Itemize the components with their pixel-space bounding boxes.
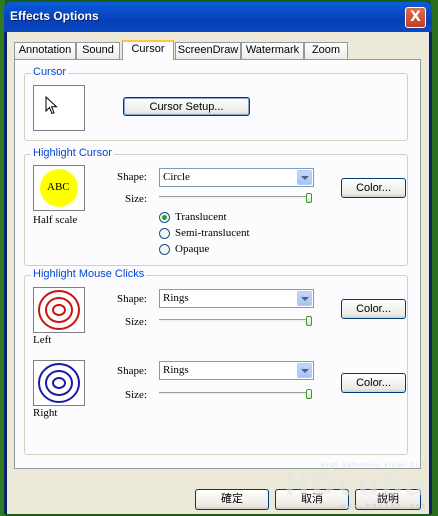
left-shape-label: Shape:: [117, 293, 147, 305]
tab-sound[interactable]: Sound: [76, 42, 120, 59]
window-title: Effects Options: [10, 9, 99, 23]
cursor-setup-button[interactable]: Cursor Setup...: [123, 97, 250, 116]
left-click-preview: [33, 287, 85, 333]
chevron-down-icon[interactable]: [297, 291, 312, 306]
arrow-cursor-icon: [45, 96, 58, 115]
desktop-background-right: [431, 0, 438, 516]
right-caption: Right: [33, 407, 58, 419]
tab-zoom[interactable]: Zoom: [304, 42, 348, 59]
title-bar[interactable]: Effects Options X: [4, 2, 432, 32]
right-click-preview: [33, 360, 85, 406]
right-size-slider[interactable]: [159, 392, 312, 396]
cursor-preview: [33, 85, 85, 131]
dialog-client-area: Annotation Sound Cursor ScreenDraw Water…: [7, 32, 429, 514]
semi-translucent-label[interactable]: Semi-translucent: [175, 227, 250, 239]
semi-translucent-radio[interactable]: [159, 228, 170, 239]
chevron-down-icon[interactable]: [297, 363, 312, 378]
right-shape-select[interactable]: Rings: [159, 361, 314, 380]
cursor-tab-panel: Cursor Cursor Setup... Highlight Cursor …: [14, 59, 421, 469]
size-label: Size:: [125, 193, 147, 205]
highlight-shape-value: Circle: [163, 171, 190, 183]
cancel-button[interactable]: 取消: [275, 489, 349, 510]
close-button[interactable]: X: [405, 7, 426, 28]
highlight-clicks-label: Highlight Mouse Clicks: [31, 268, 147, 280]
right-color-button[interactable]: Color...: [341, 373, 406, 393]
left-shape-select[interactable]: Rings: [159, 289, 314, 308]
red-rings-icon: [38, 290, 80, 330]
translucent-label[interactable]: Translucent: [175, 211, 227, 223]
highlight-cursor-label: Highlight Cursor: [31, 147, 114, 159]
highlight-cursor-group: Highlight Cursor ABC Half scale Shape: C…: [24, 147, 408, 266]
highlight-cursor-preview: ABC: [33, 165, 85, 211]
left-size-label: Size:: [125, 316, 147, 328]
right-size-thumb[interactable]: [306, 389, 312, 399]
ok-button[interactable]: 確定: [195, 489, 269, 510]
highlight-size-slider[interactable]: [159, 196, 312, 200]
tab-screendraw[interactable]: ScreenDraw: [175, 42, 241, 59]
cursor-group-label: Cursor: [31, 66, 69, 78]
highlight-shape-select[interactable]: Circle: [159, 168, 314, 187]
blue-rings-icon: [38, 363, 80, 403]
right-size-label: Size:: [125, 389, 147, 401]
opaque-label[interactable]: Opaque: [175, 243, 209, 255]
translucent-radio[interactable]: [159, 212, 170, 223]
help-button[interactable]: 說明: [355, 489, 421, 510]
cursor-group: Cursor Cursor Setup...: [24, 66, 408, 141]
highlight-size-thumb[interactable]: [306, 193, 312, 203]
left-caption: Left: [33, 334, 52, 346]
left-color-button[interactable]: Color...: [341, 299, 406, 319]
tab-annotation[interactable]: Annotation: [14, 42, 76, 59]
highlight-color-button[interactable]: Color...: [341, 178, 406, 198]
effects-options-dialog: Effects Options X Annotation Sound Curso…: [4, 2, 432, 514]
tab-watermark[interactable]: Watermark: [241, 42, 304, 59]
tab-cursor[interactable]: Cursor: [122, 40, 174, 60]
right-shape-value: Rings: [163, 364, 189, 376]
highlight-clicks-group: Highlight Mouse Clicks Left Shape: Rings…: [24, 268, 408, 455]
chevron-down-icon[interactable]: [297, 170, 312, 185]
shape-label: Shape:: [117, 171, 147, 183]
right-shape-label: Shape:: [117, 365, 147, 377]
left-size-thumb[interactable]: [306, 316, 312, 326]
left-shape-value: Rings: [163, 292, 189, 304]
left-size-slider[interactable]: [159, 319, 312, 323]
highlight-preview-text: ABC: [47, 181, 70, 193]
opaque-radio[interactable]: [159, 244, 170, 255]
half-scale-caption: Half scale: [33, 214, 78, 226]
